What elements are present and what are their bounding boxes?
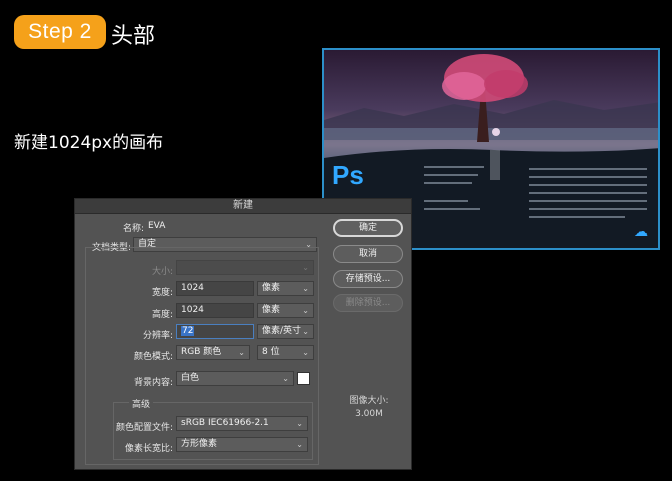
delete-preset-button: 删除预设...	[333, 294, 403, 312]
pixel-aspect-select[interactable]: 方形像素 ⌄	[176, 437, 308, 452]
chevron-down-icon: ⌄	[302, 348, 309, 357]
chevron-down-icon: ⌄	[302, 327, 309, 336]
advanced-label: 高级	[129, 397, 154, 410]
photoshop-logo: Ps	[332, 160, 364, 190]
color-mode-select[interactable]: RGB 颜色 ⌄	[176, 345, 250, 360]
size-select: ⌄	[176, 260, 314, 275]
dialog-title: 新建	[75, 199, 411, 214]
credit-text-line	[424, 200, 468, 202]
color-profile-label: 颜色配置文件:	[115, 423, 173, 433]
chevron-down-icon: ⌄	[296, 419, 303, 428]
height-label: 高度:	[151, 310, 173, 320]
pixel-aspect-label: 像素长宽比:	[124, 444, 173, 454]
image-size-value: 3.00M	[355, 409, 383, 419]
width-unit-select[interactable]: 像素 ⌄	[257, 281, 314, 296]
credit-text-line	[424, 208, 480, 210]
credit-text-line	[529, 176, 647, 178]
new-document-dialog: 新建 名称: EVA 文档类型: 自定 ⌄ 大小: ⌄ 宽度: 1024 像素 …	[74, 198, 412, 470]
name-field[interactable]: EVA	[148, 221, 165, 231]
bit-depth-select[interactable]: 8 位 ⌄	[257, 345, 314, 360]
ok-button[interactable]: 确定	[333, 219, 403, 237]
credit-text-line	[529, 192, 647, 194]
size-label: 大小:	[151, 267, 173, 277]
background-label: 背景内容:	[133, 378, 173, 388]
chevron-down-icon: ⌄	[296, 440, 303, 449]
credit-text-line	[529, 200, 647, 202]
save-preset-button[interactable]: 存储预设...	[333, 270, 403, 288]
resolution-input[interactable]: 72	[176, 324, 254, 339]
credit-text-line	[529, 208, 647, 210]
resolution-unit-select[interactable]: 像素/英寸 ⌄	[257, 324, 314, 339]
step-badge: Step 2	[14, 15, 106, 49]
chevron-down-icon: ⌄	[302, 263, 309, 272]
resolution-value: 72	[181, 326, 195, 336]
chevron-down-icon: ⌄	[302, 284, 309, 293]
credit-text-line	[424, 182, 472, 184]
height-unit-select[interactable]: 像素 ⌄	[257, 303, 314, 318]
credit-text-line	[529, 168, 647, 170]
chevron-down-icon: ⌄	[302, 306, 309, 315]
width-input[interactable]: 1024	[176, 281, 254, 296]
resolution-label: 分辨率:	[142, 331, 173, 341]
color-mode-label: 颜色模式:	[133, 352, 173, 362]
chevron-down-icon: ⌄	[282, 374, 289, 383]
credit-text-line	[424, 166, 484, 168]
creative-cloud-icon: ☁	[634, 224, 648, 240]
background-select[interactable]: 白色 ⌄	[176, 371, 294, 386]
background-color-swatch[interactable]	[297, 372, 310, 385]
width-label: 宽度:	[151, 288, 173, 298]
step-description: 新建1024px的画布	[14, 133, 164, 153]
credit-text-line	[424, 174, 478, 176]
cancel-button[interactable]: 取消	[333, 245, 403, 263]
height-input[interactable]: 1024	[176, 303, 254, 318]
credit-text-line	[529, 216, 625, 218]
credit-text-line	[529, 184, 647, 186]
chevron-down-icon: ⌄	[238, 348, 245, 357]
image-size-label: 图像大小:	[349, 396, 389, 406]
step-title: 头部	[111, 24, 156, 49]
name-label: 名称:	[122, 224, 144, 234]
color-profile-select[interactable]: sRGB IEC61966-2.1 ⌄	[176, 416, 308, 431]
